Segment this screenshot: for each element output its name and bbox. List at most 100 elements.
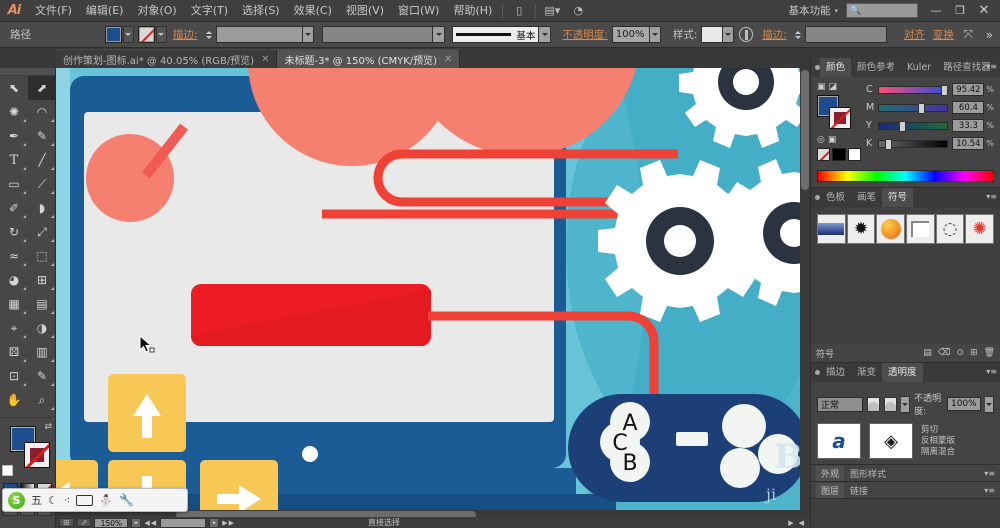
fill-swatch-group[interactable] xyxy=(105,26,134,43)
eyedropper-tool[interactable]: ⌖ xyxy=(0,316,28,340)
color-stroke-swatch[interactable] xyxy=(829,107,851,129)
value-c[interactable]: 95.42 xyxy=(952,83,984,96)
blend-tool[interactable]: ◑ xyxy=(28,316,56,340)
stroke-dropdown-icon[interactable] xyxy=(156,26,167,43)
tab-transparency[interactable]: 透明度 xyxy=(882,363,923,382)
variable-width-dropdown-icon[interactable] xyxy=(433,26,444,43)
tab-links[interactable]: 链接 xyxy=(850,484,868,497)
width-tool[interactable]: ≈ xyxy=(0,244,28,268)
value-m[interactable]: 60.4 xyxy=(952,101,984,114)
symbol-libraries-icon[interactable]: ▤ xyxy=(923,348,932,358)
tab-brushes[interactable]: 画笔 xyxy=(851,188,882,207)
perspective-grid-tool[interactable]: ⊞ xyxy=(28,268,56,292)
align-label[interactable]: 对齐 xyxy=(900,27,929,42)
tab-color-guide[interactable]: 颜色参考 xyxy=(851,58,901,77)
nav-next-icon[interactable]: ▶▶ xyxy=(222,519,235,527)
option-clip[interactable]: 剪切 xyxy=(921,425,938,435)
document-canvas[interactable]: C A B B ji xyxy=(56,68,810,510)
nav-first-icon[interactable]: ◀◀ xyxy=(144,519,157,527)
magic-wand-tool[interactable]: ✺ xyxy=(0,100,28,124)
free-transform-tool[interactable]: ⬚ xyxy=(28,244,56,268)
status-expand-icon[interactable]: ▶ xyxy=(788,519,794,527)
rotate-tool[interactable]: ↻ xyxy=(0,220,28,244)
symbol-ring[interactable]: ◌ xyxy=(936,214,965,244)
recolor-artwork-icon[interactable] xyxy=(739,27,753,42)
close-icon[interactable]: ✕ xyxy=(261,54,269,65)
direct-selection-tool[interactable]: ⬈ xyxy=(28,76,56,100)
wrench-icon[interactable]: 🔧 xyxy=(119,493,134,507)
artboard-dropdown-icon[interactable] xyxy=(209,518,219,528)
value-k[interactable]: 10.54 xyxy=(952,137,984,150)
stroke-swatch-group[interactable] xyxy=(138,26,167,43)
option-isolate-blending[interactable]: 隔离混合 xyxy=(921,447,955,457)
white-swatch[interactable] xyxy=(848,148,861,161)
tab-swatches[interactable]: 色板 xyxy=(820,188,851,207)
stroke-panel-label[interactable]: 描边: xyxy=(758,27,791,42)
rectangle-tool[interactable]: ▭ xyxy=(0,172,28,196)
panel-menu-icon[interactable]: ▾≡ xyxy=(984,469,995,478)
stroke-weight-dropdown-icon[interactable] xyxy=(303,26,314,43)
zoom-dropdown-icon[interactable] xyxy=(131,518,141,528)
delete-symbol-icon[interactable]: 🗑 xyxy=(984,348,995,358)
fill-dropdown-icon[interactable] xyxy=(123,26,134,43)
close-button[interactable]: ✕ xyxy=(972,1,996,21)
line-segment-tool[interactable]: ╱ xyxy=(28,148,56,172)
chevron-down-icon[interactable]: ▾ xyxy=(834,7,844,15)
menu-help[interactable]: 帮助(H) xyxy=(446,0,499,22)
option-invert-mask[interactable]: 反相蒙版 xyxy=(921,436,955,446)
restore-button[interactable]: ❐ xyxy=(948,1,972,21)
menu-edit[interactable]: 编辑(E) xyxy=(79,0,131,22)
tab-stroke[interactable]: 描边 xyxy=(820,363,851,382)
brush-definition-field[interactable]: 基本 xyxy=(452,26,539,43)
magic-icon[interactable]: ⁖ xyxy=(64,494,70,507)
opacity-field[interactable]: 100% xyxy=(612,26,650,43)
gradient-tool[interactable]: ▤ xyxy=(28,292,56,316)
value-y[interactable]: 33.3 xyxy=(952,119,984,132)
fill-color-icon[interactable]: ▣ xyxy=(828,135,837,145)
vertical-scroll-thumb[interactable] xyxy=(801,70,809,190)
stroke-weight-label[interactable]: 描边: xyxy=(169,27,202,42)
export-icon[interactable]: ⇗ xyxy=(77,518,92,527)
symbol-sprayer-tool[interactable]: ⚄ xyxy=(0,340,28,364)
slider-y[interactable] xyxy=(878,122,948,130)
bridge-icon[interactable]: ▯ xyxy=(508,2,530,20)
document-tab-1[interactable]: 创作策划-图标.ai* @ 40.05% (RGB/预览) ✕ xyxy=(56,49,277,68)
tools-panel-grip[interactable] xyxy=(0,68,55,76)
symbol-orange-sphere[interactable] xyxy=(876,214,905,244)
mesh-tool[interactable]: ▦ xyxy=(0,292,28,316)
style-dropdown-icon[interactable] xyxy=(723,26,734,43)
fill-swatch[interactable] xyxy=(105,26,122,43)
symbol-options-icon[interactable]: ⊙ xyxy=(956,348,964,358)
keyboard-icon[interactable] xyxy=(76,495,93,506)
slider-m[interactable] xyxy=(878,104,948,112)
stroke-swatch[interactable] xyxy=(138,26,155,43)
artboard-tool[interactable]: ⊡ xyxy=(0,364,28,388)
ime-mode-label[interactable]: 五 xyxy=(31,492,42,508)
slider-m-knob[interactable] xyxy=(918,103,925,114)
stroke-field[interactable] xyxy=(805,26,886,43)
tab-color[interactable]: 颜色 xyxy=(820,58,851,77)
menu-file[interactable]: 文件(F) xyxy=(28,0,79,22)
tab-kuler[interactable]: Kuler xyxy=(901,58,937,77)
slider-c[interactable] xyxy=(878,86,948,94)
stroke-weight-stepper[interactable] xyxy=(203,26,213,43)
brush-definition-dropdown-icon[interactable] xyxy=(539,26,550,43)
paintbrush-tool[interactable]: ⟋ xyxy=(28,172,56,196)
menu-view[interactable]: 视图(V) xyxy=(339,0,391,22)
layers-panel-header[interactable]: 图层 链接 ▾≡ xyxy=(811,482,1000,499)
opacity-dropdown-icon[interactable] xyxy=(650,26,661,43)
slider-c-knob[interactable] xyxy=(941,85,948,96)
workspace-selector[interactable]: 基本功能 xyxy=(784,3,834,18)
slider-k-knob[interactable] xyxy=(885,139,892,150)
none-swatch-icon[interactable] xyxy=(817,148,830,161)
slider-y-knob[interactable] xyxy=(899,121,906,132)
tab-appearance[interactable]: 外观 xyxy=(816,466,844,481)
color-spectrum-bar[interactable] xyxy=(817,170,994,182)
default-fill-stroke-icon[interactable] xyxy=(2,465,13,476)
slider-k[interactable] xyxy=(878,140,948,148)
new-symbol-icon[interactable]: ⊞ xyxy=(970,348,978,358)
style-swatch[interactable] xyxy=(701,26,722,43)
appearance-panel-header[interactable]: 外观 图形样式 ▾≡ xyxy=(811,465,1000,482)
zoom-tool[interactable]: ⌕ xyxy=(28,388,56,412)
scale-tool[interactable]: ⤢ xyxy=(28,220,56,244)
